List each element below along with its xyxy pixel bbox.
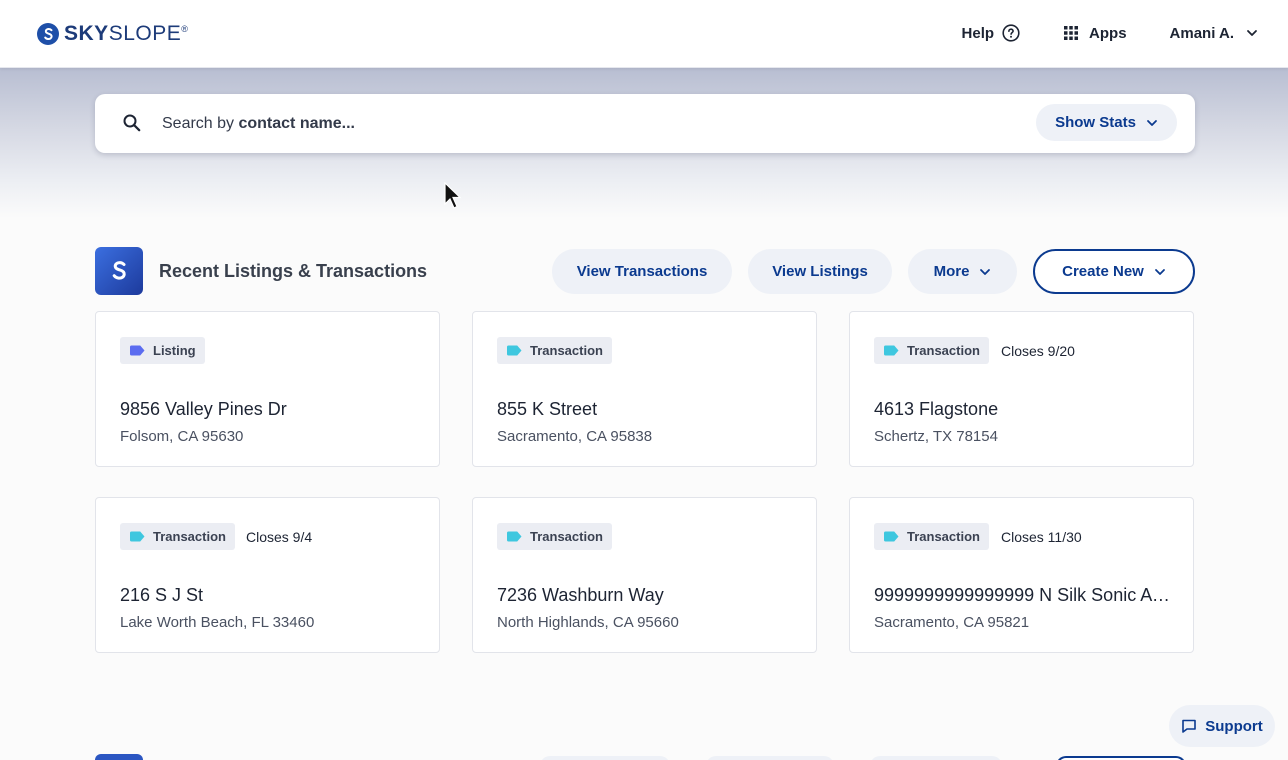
type-label: Transaction	[530, 343, 603, 358]
apps-label: Apps	[1089, 24, 1127, 42]
type-badge: Transaction	[874, 337, 989, 364]
card-address: 4613 Flagstone	[874, 399, 999, 419]
section-title: Recent Listings & Transactions	[159, 261, 428, 281]
card-city: Folsom, CA 95630	[120, 428, 244, 445]
tag-icon	[883, 345, 899, 356]
search-icon	[122, 113, 142, 138]
support-button[interactable]: Support	[1169, 705, 1275, 747]
show-stats-label: Show Stats	[1055, 114, 1136, 131]
view-transactions-label: View Transactions	[576, 263, 708, 280]
tag-icon	[883, 531, 899, 542]
type-badge: Listing	[120, 337, 205, 364]
skyslope-logo[interactable]: SKYSLOPE®	[37, 22, 188, 46]
transaction-card[interactable]: Transaction 855 K Street Sacramento, CA …	[472, 311, 817, 467]
type-label: Transaction	[153, 529, 226, 544]
tag-icon	[129, 531, 145, 542]
card-address: 216 S J St	[120, 585, 204, 605]
card-city: Sacramento, CA 95821	[874, 614, 1030, 631]
type-badge: Transaction	[497, 523, 612, 550]
help-label: Help	[961, 24, 995, 42]
show-stats-button[interactable]: Show Stats	[1036, 104, 1177, 141]
apps-grid-icon	[1063, 25, 1079, 41]
card-city: Lake Worth Beach, FL 33460	[120, 614, 315, 631]
type-badge: Transaction	[497, 337, 612, 364]
support-label: Support	[1205, 717, 1263, 735]
tag-icon	[506, 345, 522, 356]
listing-card[interactable]: Listing 9856 Valley Pines Dr Folsom, CA …	[95, 311, 440, 467]
help-circle-icon	[1002, 24, 1020, 42]
next-section-button[interactable]	[540, 756, 670, 760]
view-listings-button[interactable]: View Listings	[748, 249, 892, 294]
type-label: Transaction	[907, 529, 980, 544]
type-badge: Transaction	[120, 523, 235, 550]
type-label: Listing	[153, 343, 196, 358]
next-section-button[interactable]	[1056, 756, 1186, 760]
chevron-down-icon	[979, 266, 991, 278]
next-section-button[interactable]	[870, 756, 1002, 760]
create-new-label: Create New	[1062, 263, 1144, 280]
top-navigation-bar: SKYSLOPE® Help Apps Amani A.	[0, 0, 1288, 68]
next-section-icon	[95, 754, 143, 760]
transaction-card[interactable]: Transaction Closes 11/30 999999999999999…	[849, 497, 1194, 653]
create-new-button[interactable]: Create New	[1033, 249, 1195, 294]
chevron-down-icon	[1246, 27, 1258, 39]
type-badge: Transaction	[874, 523, 989, 550]
closing-date: Closes 11/30	[1001, 529, 1082, 545]
chevron-down-icon	[1146, 117, 1158, 129]
view-listings-label: View Listings	[772, 263, 868, 280]
card-address: 9999999999999999 N Silk Sonic Ave	[874, 585, 1170, 605]
closing-date: Closes 9/20	[1001, 343, 1075, 359]
help-menu[interactable]: Help	[962, 24, 1021, 42]
user-name: Amani A.	[1169, 24, 1234, 42]
user-menu[interactable]: Amani A.	[1170, 25, 1258, 42]
view-transactions-button[interactable]: View Transactions	[552, 249, 732, 294]
contact-search-bar[interactable]: Search by contact name... Show Stats	[95, 94, 1195, 153]
type-label: Transaction	[907, 343, 980, 358]
card-address: 7236 Washburn Way	[497, 585, 664, 605]
transaction-card[interactable]: Transaction Closes 9/4 216 S J St Lake W…	[95, 497, 440, 653]
closing-date: Closes 9/4	[246, 529, 313, 545]
card-address: 9856 Valley Pines Dr	[120, 399, 287, 419]
card-address: 855 K Street	[497, 399, 598, 419]
tag-icon	[129, 345, 145, 356]
more-button[interactable]: More	[908, 249, 1017, 294]
chat-bubble-icon	[1181, 718, 1197, 734]
transactions-app-icon	[95, 247, 143, 295]
mouse-cursor-icon	[444, 181, 462, 215]
more-label: More	[933, 263, 970, 280]
transaction-card[interactable]: Transaction 7236 Washburn Way North High…	[472, 497, 817, 653]
brand-name: SKYSLOPE®	[64, 22, 189, 45]
chevron-down-icon	[1154, 266, 1166, 278]
transaction-card[interactable]: Transaction Closes 9/20 4613 Flagstone S…	[849, 311, 1194, 467]
tag-icon	[506, 531, 522, 542]
card-city: North Highlands, CA 95660	[497, 614, 679, 631]
search-input[interactable]: Search by contact name...	[162, 115, 355, 133]
skyslope-logo-icon	[37, 23, 59, 45]
apps-menu[interactable]: Apps	[1063, 25, 1127, 42]
next-section-button[interactable]	[706, 756, 834, 760]
type-label: Transaction	[530, 529, 603, 544]
card-city: Sacramento, CA 95838	[497, 428, 653, 445]
card-city: Schertz, TX 78154	[874, 428, 998, 445]
